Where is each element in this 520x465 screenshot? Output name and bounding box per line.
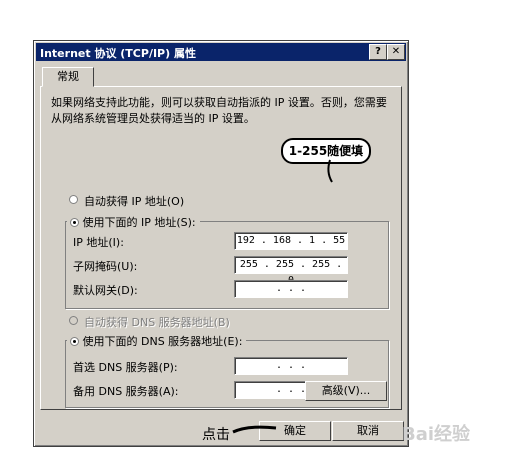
bubble-pointer	[327, 159, 333, 183]
click-arrow-stroke	[232, 425, 277, 434]
tab-general[interactable]: 常规	[42, 67, 94, 87]
watermark-logo: Bai经验	[402, 424, 471, 445]
annotation-click: 点击	[202, 427, 230, 443]
